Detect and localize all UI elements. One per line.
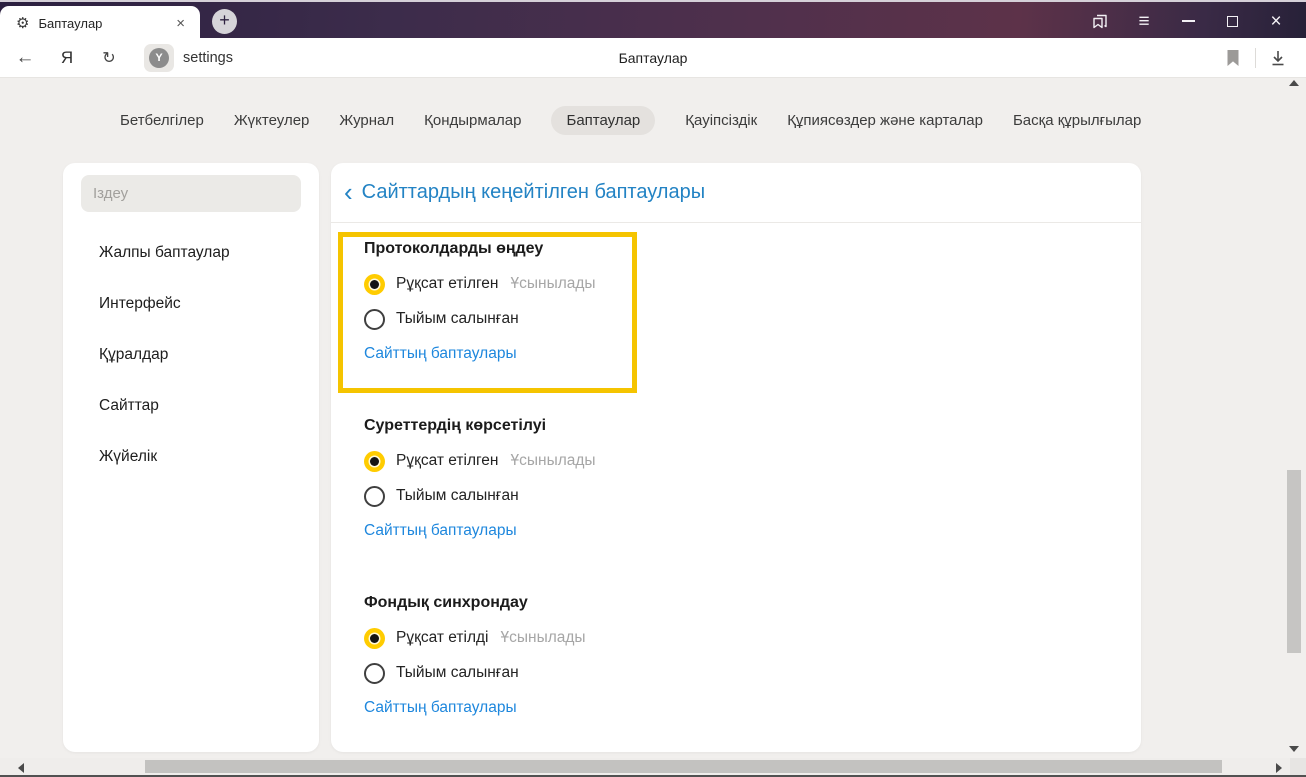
radio-option-forbidden[interactable]: Тыйым салынған [364,662,924,684]
radio-option-forbidden[interactable]: Тыйым салынған [364,308,924,330]
site-settings-link[interactable]: Сайттың баптаулары [364,699,517,717]
close-icon: × [1270,10,1282,32]
toolbar-divider [1255,48,1256,68]
radio-option-allowed[interactable]: Рұқсат етілген Ұсынылады [364,273,924,295]
reload-icon: ↻ [102,49,116,67]
maximize-button[interactable] [1210,2,1254,40]
tab-bookmarks[interactable]: Бетбелгілер [120,106,204,135]
sidebar-item-general[interactable]: Жалпы баптаулар [63,235,319,270]
site-favicon: Y [149,47,169,68]
tab-bar: ⚙ Баптаулар × + ≡ × [0,0,1306,40]
site-settings-link[interactable]: Сайттың баптаулары [364,522,517,540]
search-input[interactable] [81,175,301,212]
advanced-site-settings-back-link[interactable]: ‹ Сайттардың кеңейтілген баптаулары [344,177,706,207]
radio-unselected-icon[interactable] [364,662,385,684]
horizontal-scrollbar-thumb[interactable] [145,760,1222,773]
radio-selected-icon[interactable] [364,450,385,472]
sidebar-item-system[interactable]: Жүйелік [63,439,319,474]
radio-selected-icon[interactable] [364,627,385,649]
yandex-logo-icon: Я [60,47,74,67]
menu-icon: ≡ [1138,10,1150,32]
scrollbar-corner [1290,758,1306,775]
tab-passwords-cards[interactable]: Құпиясөздер және карталар [787,106,983,135]
side-panels-button[interactable] [1078,2,1122,40]
section-page-title: Сайттардың кеңейтілген баптаулары [361,180,706,203]
new-tab-button[interactable]: + [212,9,237,34]
radio-unselected-icon[interactable] [364,308,385,330]
header-divider [331,222,1141,223]
tab-downloads[interactable]: Жүктеулер [234,106,310,135]
address-badge[interactable]: Y [144,43,174,72]
horizontal-scroll-right-arrow[interactable] [1276,763,1282,773]
section-title: Фондық синхрондау [364,594,528,611]
tab-security[interactable]: Қауіпсіздік [685,106,757,135]
section-image-display: Суреттердің көрсетілуі Рұқсат етілген Ұс… [364,415,924,540]
close-window-button[interactable]: × [1254,2,1298,40]
browser-tab-settings[interactable]: ⚙ Баптаулар × [0,6,200,40]
settings-main-card: ‹ Сайттардың кеңейтілген баптаулары Прот… [331,163,1141,752]
section-title: Суреттердің көрсетілуі [364,417,547,434]
settings-nav-tabs: Бетбелгілер Жүктеулер Журнал Қондырмалар… [120,106,1141,135]
download-icon [1272,51,1284,66]
recommended-badge: Ұсынылады [500,629,586,646]
tab-settings[interactable]: Баптаулар [551,106,656,135]
minimize-icon [1181,20,1195,22]
tab-other-devices[interactable]: Басқа құрылғылар [1013,106,1141,135]
gear-icon: ⚙ [16,15,30,32]
section-protocol-handling: Протоколдарды өңдеу Рұқсат етілген Ұсыны… [364,238,924,363]
settings-sidebar: Жалпы баптаулар Интерфейс Құралдар Сайтт… [63,163,319,752]
bookmark-button[interactable] [1217,43,1249,73]
radio-label: Тыйым салынған [396,487,519,504]
radio-label: Рұқсат етілген [396,275,499,292]
tab-title: Баптаулар [38,15,103,31]
vertical-scrollbar-thumb[interactable] [1287,470,1301,653]
minimize-button[interactable] [1166,2,1210,40]
horizontal-scroll-left-arrow[interactable] [18,763,24,773]
bookmark-icon [1227,50,1239,66]
yandex-home-button[interactable]: Я [50,43,84,73]
section-background-sync: Фондық синхрондау Рұқсат етілді Ұсынылад… [364,592,924,717]
back-arrow-icon: ← [15,46,35,68]
tab-history[interactable]: Журнал [339,106,394,135]
browser-toolbar: ← Я ↻ Y settings Баптаулар [0,38,1306,78]
radio-selected-icon[interactable] [364,273,385,295]
radio-option-allowed[interactable]: Рұқсат етілген Ұсынылады [364,450,924,472]
sidebar-item-interface[interactable]: Интерфейс [63,286,319,321]
tab-close-icon[interactable]: × [171,13,190,34]
maximize-icon [1226,15,1238,27]
radio-option-forbidden[interactable]: Тыйым салынған [364,485,924,507]
radio-option-allowed[interactable]: Рұқсат етілді Ұсынылады [364,627,924,649]
radio-unselected-icon[interactable] [364,485,385,507]
recommended-badge: Ұсынылады [510,452,596,469]
back-button[interactable]: ← [8,43,42,73]
downloads-button[interactable] [1262,43,1294,73]
vertical-scroll-down-arrow[interactable] [1289,746,1299,752]
radio-label: Тыйым салынған [396,310,519,327]
address-url-text[interactable]: settings [183,50,233,66]
radio-label: Рұқсат етілді [396,629,489,646]
recommended-badge: Ұсынылады [510,275,596,292]
browser-window: ⚙ Баптаулар × + ≡ × ← Я ↻ Y settings Бап… [0,0,1306,777]
tab-extensions[interactable]: Қондырмалар [424,106,521,135]
chevron-left-icon: ‹ [344,177,353,207]
section-title: Протоколдарды өңдеу [364,240,544,257]
sidebar-item-sites[interactable]: Сайттар [63,388,319,423]
sidebar-item-tools[interactable]: Құралдар [63,337,319,372]
vertical-scroll-up-arrow[interactable] [1289,80,1299,86]
radio-label: Рұқсат етілген [396,452,499,469]
radio-label: Тыйым салынған [396,664,519,681]
browser-menu-button[interactable]: ≡ [1122,2,1166,40]
site-settings-link[interactable]: Сайттың баптаулары [364,345,517,363]
reload-button[interactable]: ↻ [92,43,126,73]
panels-icon [1093,14,1107,29]
